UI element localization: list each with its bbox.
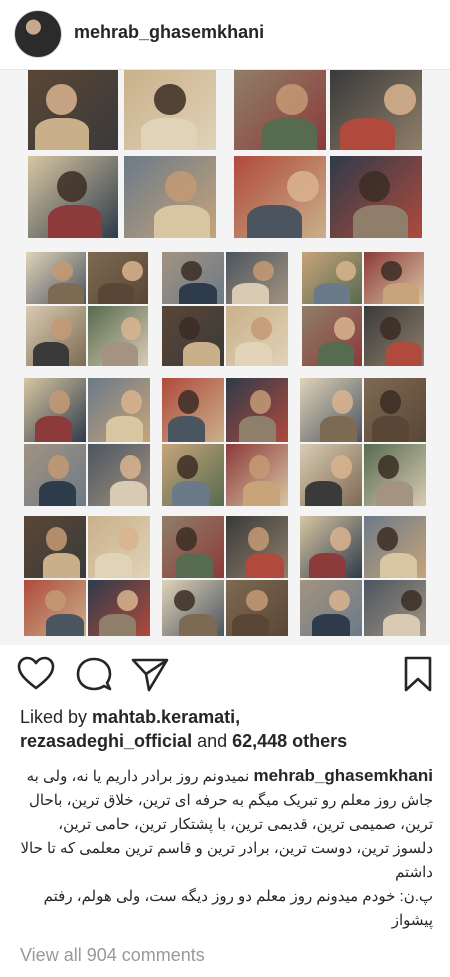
- heart-icon[interactable]: [16, 654, 56, 694]
- collage-photo: [28, 156, 118, 238]
- collage-photo: [28, 70, 118, 150]
- collage-photo: [302, 252, 362, 304]
- liker-link[interactable]: mahtab.keramati,: [92, 707, 240, 727]
- collage-photo: [162, 306, 224, 366]
- collage-photo: [364, 378, 426, 442]
- collage-photo: [330, 70, 422, 150]
- collage-photo: [88, 580, 150, 636]
- collage-photo: [162, 516, 224, 578]
- collage-photo: [24, 580, 86, 636]
- likes-count[interactable]: 62,448 others: [232, 731, 347, 751]
- collage-photo: [300, 580, 362, 636]
- collage-photo: [88, 378, 150, 442]
- collage-photo: [88, 252, 148, 304]
- collage-photo: [24, 444, 86, 506]
- collage-photo: [24, 516, 86, 578]
- collage-photo: [300, 444, 362, 506]
- collage-photo: [226, 378, 288, 442]
- collage-photo: [88, 516, 150, 578]
- collage-photo: [364, 516, 426, 578]
- collage-photo: [88, 444, 150, 506]
- header-username[interactable]: mehrab_ghasemkhani: [74, 22, 264, 43]
- collage-photo: [234, 156, 326, 238]
- post-image[interactable]: [0, 70, 450, 645]
- comment-bubble-icon[interactable]: [74, 654, 114, 694]
- collage-photo: [364, 306, 424, 366]
- collage-photo: [26, 252, 86, 304]
- post-header: mehrab_ghasemkhani: [0, 0, 450, 70]
- collage-photo: [24, 378, 86, 442]
- collage-photo: [226, 444, 288, 506]
- view-all-comments[interactable]: View all 904 comments: [20, 945, 205, 966]
- caption-ps: پ.ن: خودم میدونم روز معلم دو روز دیگه ست…: [43, 888, 433, 929]
- collage-photo: [364, 444, 426, 506]
- collage-photo: [162, 252, 224, 304]
- paper-plane-icon[interactable]: [130, 654, 170, 694]
- collage-photo: [300, 378, 362, 442]
- avatar[interactable]: [14, 10, 62, 58]
- caption: mehrab_ghasemkhani نمیدونم روز برادر دار…: [18, 764, 433, 933]
- collage-photo: [124, 70, 216, 150]
- collage-photo: [26, 306, 86, 366]
- bookmark-icon[interactable]: [398, 654, 438, 694]
- likes-mid: and: [192, 731, 233, 751]
- collage-photo: [364, 580, 426, 636]
- collage-photo: [226, 516, 288, 578]
- collage-photo: [226, 580, 288, 636]
- collage-photo: [226, 306, 288, 366]
- action-bar: [0, 648, 450, 700]
- likes-prefix: Liked by: [20, 707, 93, 727]
- collage-photo: [300, 516, 362, 578]
- collage-photo: [226, 252, 288, 304]
- likes-line: Liked by mahtab.keramati, rezasadeghi_of…: [20, 705, 440, 753]
- collage-photo: [162, 444, 224, 506]
- collage-photo: [162, 580, 224, 636]
- collage-photo: [234, 70, 326, 150]
- caption-username[interactable]: mehrab_ghasemkhani: [253, 766, 433, 785]
- collage-photo: [302, 306, 362, 366]
- collage-photo: [162, 378, 224, 442]
- collage-photo: [330, 156, 422, 238]
- collage-photo: [364, 252, 424, 304]
- collage-photo: [88, 306, 148, 366]
- collage-photo: [124, 156, 216, 238]
- liker-link[interactable]: rezasadeghi_official: [20, 731, 192, 751]
